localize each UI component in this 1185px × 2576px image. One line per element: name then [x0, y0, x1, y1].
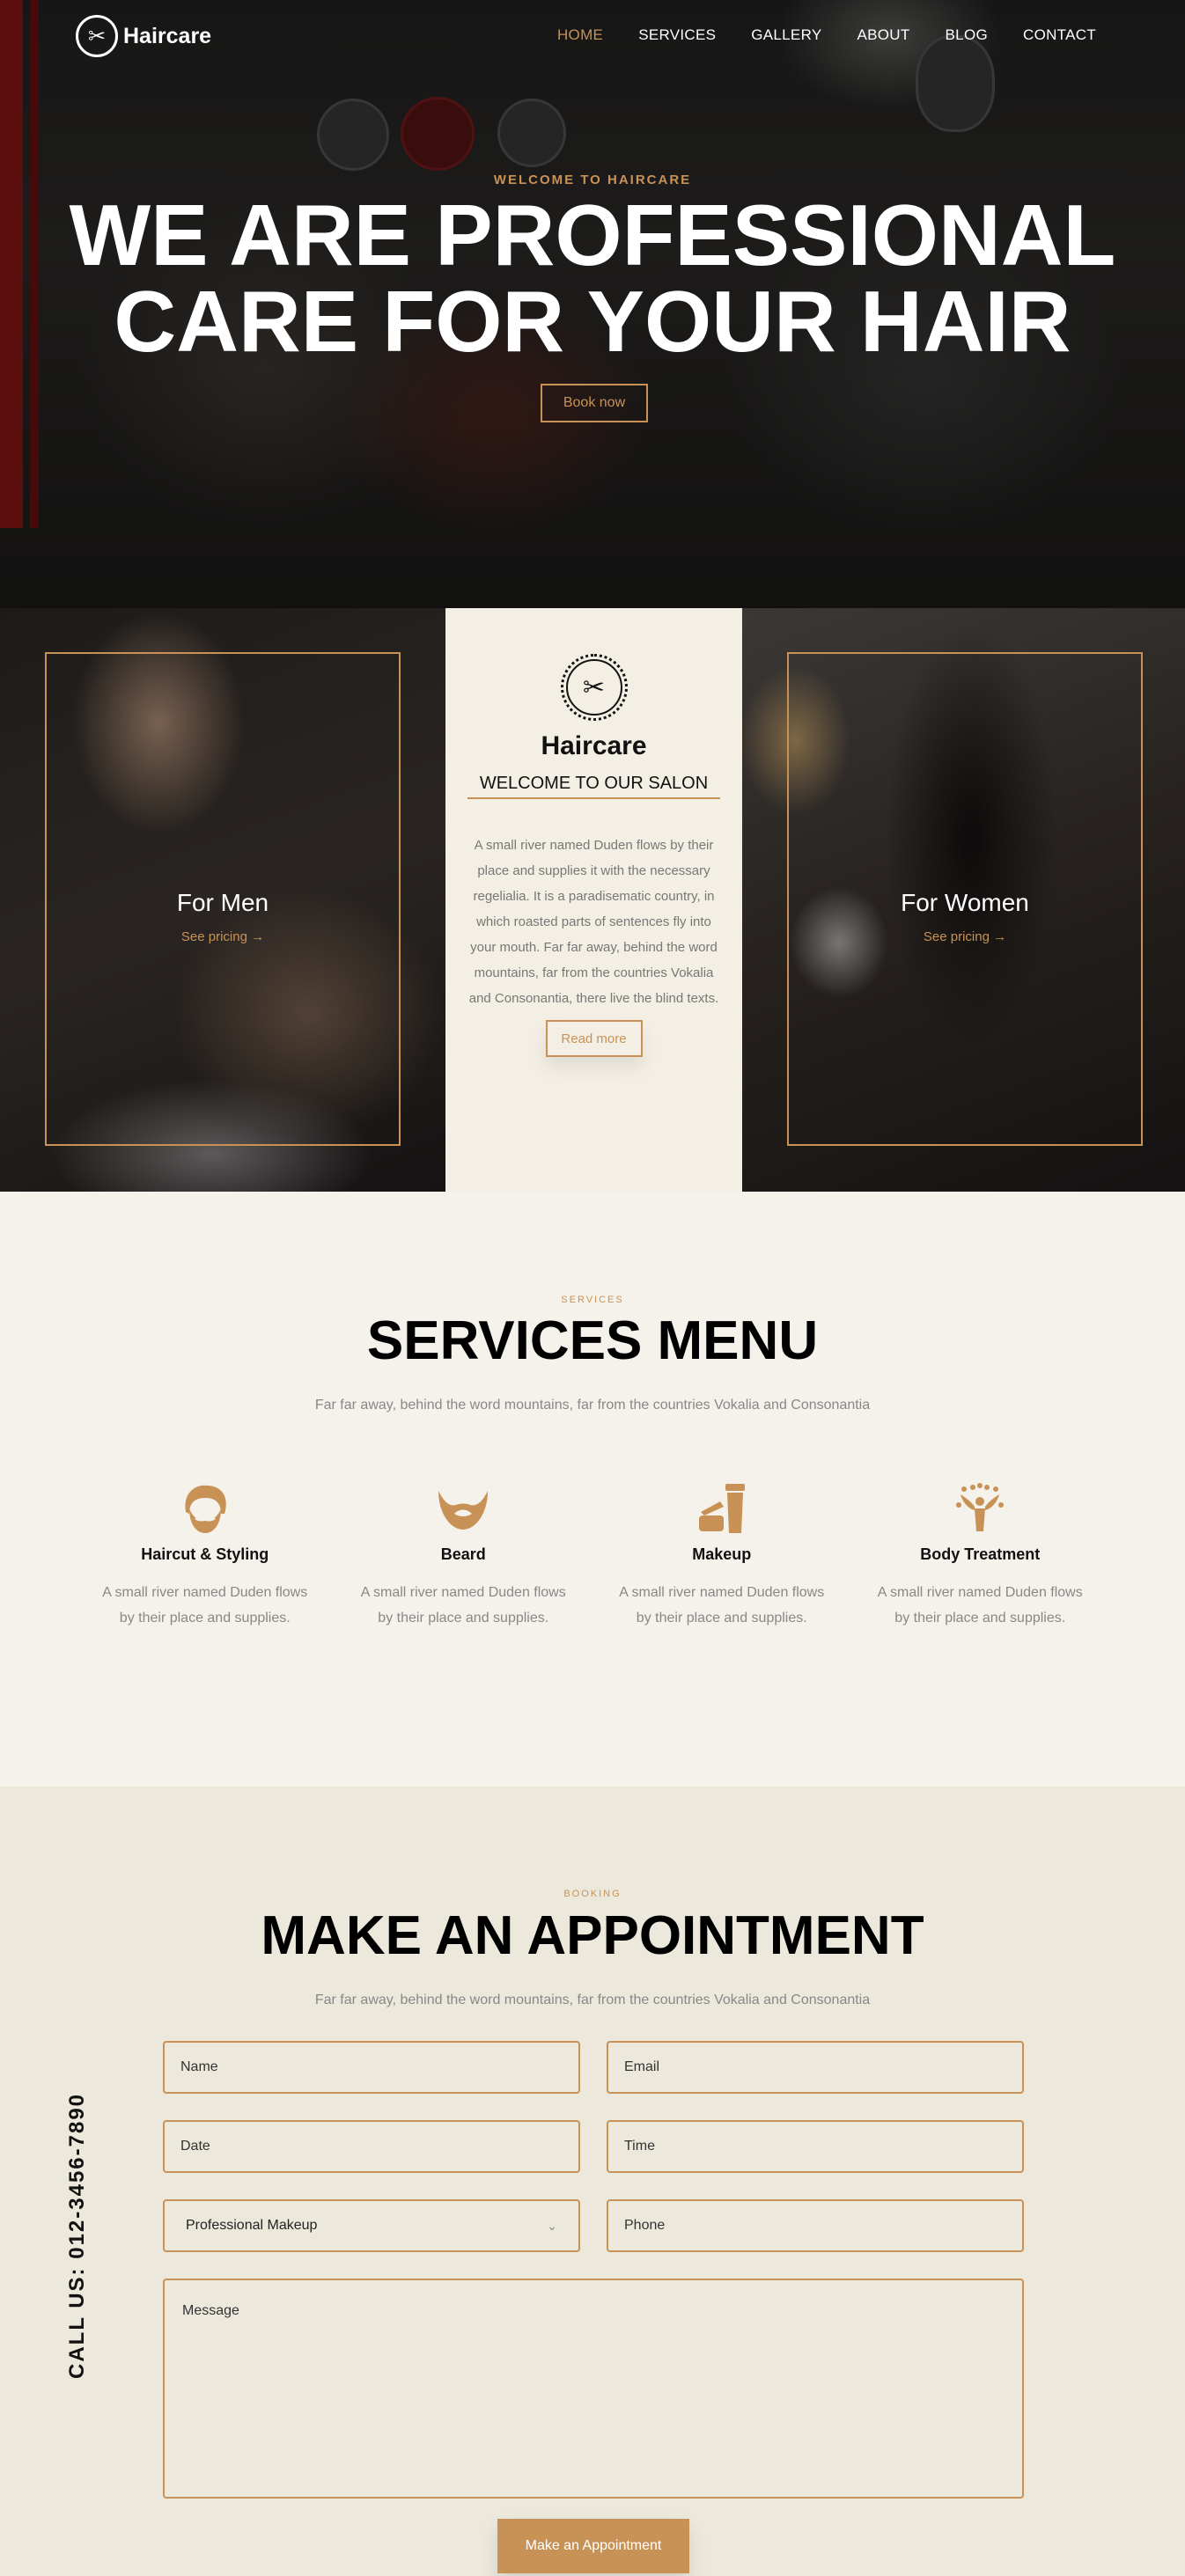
for-women-card[interactable]: For Women See pricing → — [742, 608, 1185, 1192]
hero-section: ✂ Haircare HOME SERVICES GALLERY ABOUT B… — [0, 0, 1185, 608]
services-section: SERVICES SERVICES MENU Far far away, beh… — [0, 1192, 1185, 1787]
welcome-text: A small river named Duden flows by their… — [468, 838, 719, 1006]
nav-item-gallery[interactable]: GALLERY — [751, 26, 821, 44]
read-more-button[interactable]: Read more — [545, 1020, 643, 1057]
name-field[interactable] — [163, 2041, 580, 2094]
welcome-brand: Haircare — [541, 731, 647, 760]
nav-item-contact[interactable]: CONTACT — [1023, 26, 1096, 44]
men-see-pricing-link[interactable]: See pricing → — [181, 929, 264, 944]
hero-subtitle: WELCOME TO HAIRCARE — [493, 172, 692, 187]
welcome-panel: ✂ Haircare WELCOME TO OUR SALON A small … — [445, 608, 742, 1192]
booking-description: Far far away, behind the word mountains,… — [314, 1993, 871, 2007]
welcome-heading: WELCOME TO OUR SALON — [467, 774, 721, 799]
nav-item-home[interactable]: HOME — [557, 26, 603, 44]
scissors-icon: ✂ — [76, 15, 118, 57]
book-now-button[interactable]: Book now — [541, 384, 648, 422]
nav-item-services[interactable]: SERVICES — [638, 26, 716, 44]
for-women-title: For Women — [901, 889, 1029, 916]
phone-field[interactable] — [607, 2199, 1024, 2252]
call-us-text: CALL US: 012-3456-7890 — [65, 2092, 89, 2379]
time-field[interactable] — [607, 2120, 1024, 2173]
nav-item-blog[interactable]: BLOG — [946, 26, 988, 44]
service-text: A small river named Duden flows by their… — [619, 1585, 825, 1626]
appointment-section: BOOKING MAKE AN APPOINTMENT Far far away… — [0, 1787, 1185, 2576]
nav-item-about[interactable]: ABOUT — [857, 26, 909, 44]
for-men-card[interactable]: For Men See pricing → — [0, 608, 445, 1192]
services-label: SERVICES — [561, 1295, 624, 1305]
service-text: A small river named Duden flows by their… — [102, 1585, 308, 1626]
hero-title: WE ARE PROFESSIONAL CARE FOR YOUR HAIR — [0, 192, 1185, 364]
service-title: Beard — [440, 1545, 486, 1563]
chevron-down-icon: ⌄ — [547, 2218, 557, 2233]
service-item[interactable]: Haircut & Styling A small river named Du… — [76, 1482, 335, 1631]
service-text: A small river named Duden flows by their… — [360, 1585, 566, 1626]
hero-title-line-2: CARE FOR YOUR HAIR — [114, 273, 1071, 370]
nav-menu: HOME SERVICES GALLERY ABOUT BLOG CONTACT — [557, 26, 1096, 44]
for-men-title: For Men — [176, 889, 269, 916]
site-logo[interactable]: ✂ Haircare — [76, 15, 211, 57]
service-text: A small river named Duden flows by their… — [877, 1585, 1083, 1626]
hero-title-line-1: WE ARE PROFESSIONAL — [69, 187, 1116, 283]
logo-text: Haircare — [123, 23, 212, 48]
services-description: Far far away, behind the word mountains,… — [314, 1398, 871, 1413]
body-treatment-icon — [851, 1482, 1110, 1535]
for-men-frame: For Men See pricing → — [45, 652, 401, 1146]
main-navbar: ✂ Haircare HOME SERVICES GALLERY ABOUT B… — [0, 0, 1185, 70]
hair-mustache-icon — [76, 1482, 335, 1535]
service-select-value: Professional Makeup — [186, 2218, 318, 2233]
for-women-frame: For Women See pricing → — [787, 652, 1143, 1146]
service-item[interactable]: Beard A small river named Duden flows by… — [335, 1482, 593, 1631]
beard-icon — [335, 1482, 593, 1535]
makeup-icon — [592, 1482, 851, 1535]
services-title: SERVICES MENU — [366, 1310, 819, 1371]
make-appointment-button[interactable]: Make an Appointment — [497, 2519, 689, 2573]
service-title: Makeup — [692, 1545, 752, 1563]
message-field[interactable] — [163, 2279, 1024, 2499]
service-title: Haircut & Styling — [141, 1545, 269, 1563]
women-see-pricing-link[interactable]: See pricing → — [924, 929, 1006, 944]
service-item[interactable]: Makeup A small river named Duden flows b… — [592, 1482, 851, 1631]
service-item[interactable]: Body Treatment A small river named Duden… — [851, 1482, 1110, 1631]
scissors-icon: ✂ — [565, 659, 622, 716]
email-field[interactable] — [607, 2041, 1024, 2094]
booking-title: MAKE AN APPOINTMENT — [261, 1905, 924, 1966]
booking-label: BOOKING — [563, 1889, 622, 1899]
services-grid: Haircut & Styling A small river named Du… — [76, 1482, 1109, 1631]
salon-badge: ✂ — [560, 654, 628, 721]
service-title: Body Treatment — [920, 1545, 1041, 1563]
date-field[interactable] — [163, 2120, 580, 2173]
service-select[interactable]: Professional Makeup ⌄ — [163, 2199, 580, 2252]
